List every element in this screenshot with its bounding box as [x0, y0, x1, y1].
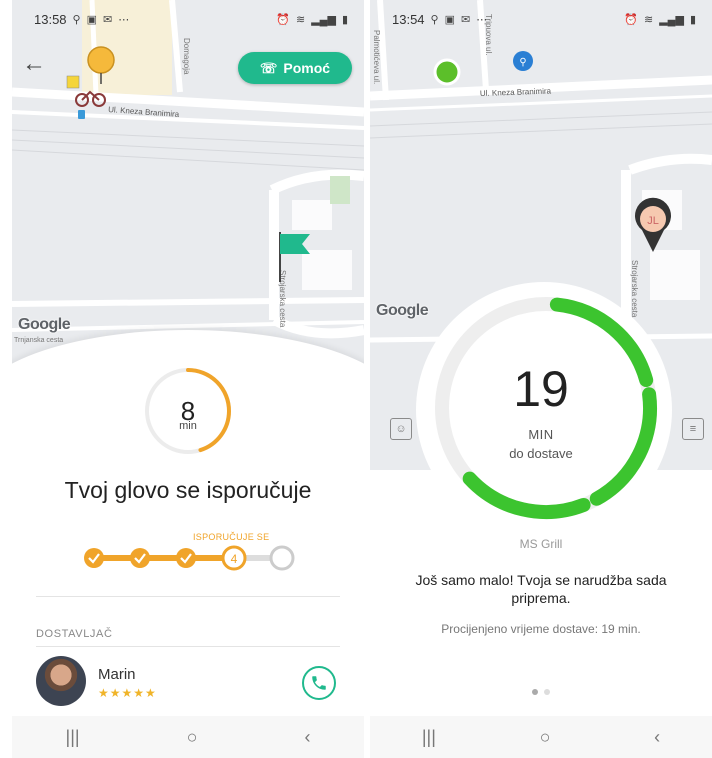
more-icon: ⋯: [118, 13, 130, 26]
divider: [36, 646, 340, 647]
home-button[interactable]: ○: [187, 727, 198, 748]
restaurant-name: MS Grill: [519, 537, 563, 551]
wifi-icon: ≋: [296, 13, 306, 26]
order-status-message: Još samo malo! Tvoja se narudžba sada pr…: [415, 572, 667, 606]
courier-avatar: [36, 656, 86, 706]
step-1-done-icon: [84, 548, 104, 568]
restaurant-marker[interactable]: [433, 58, 461, 86]
recent-apps-button[interactable]: |||: [422, 727, 436, 748]
countdown-subtitle: do dostave: [509, 446, 573, 461]
step-3-done-icon: [176, 548, 196, 568]
google-logo: Google: [18, 316, 71, 333]
mail-icon: ✉: [461, 13, 471, 26]
home-button[interactable]: ○: [540, 727, 551, 748]
back-button[interactable]: ‹: [304, 727, 310, 748]
countdown-minutes: 19: [513, 361, 569, 417]
more-icon: ⋯: [476, 13, 488, 26]
store-icon: [66, 75, 80, 89]
courier-name: Marin: [98, 666, 136, 683]
left-phone-screen: Ul. Kneza Branimira Domagoja Strojarska …: [12, 0, 364, 758]
countdown-unit: MIN: [528, 427, 554, 442]
page-dot[interactable]: [544, 689, 550, 695]
android-nav-bar: ||| ○ ‹: [12, 716, 364, 758]
page-dot-active[interactable]: [532, 689, 538, 695]
location-icon: ⚲: [430, 13, 439, 26]
step-5-pending-icon: [269, 545, 295, 571]
status-bar: 13:58 ⚲ ▣ ✉ ⋯ ⏰ ≋ ▂▄▆ ▮: [12, 0, 364, 38]
pin-initials: JL: [647, 215, 659, 227]
signal-icon: ▂▄▆: [311, 13, 336, 26]
call-courier-button[interactable]: [302, 666, 336, 700]
status-bar: 13:54 ⚲ ▣ ✉ ⋯ ⏰ ≋ ▂▄▆ ▮: [370, 0, 712, 38]
image-icon: ▣: [444, 13, 456, 26]
signal-icon: ▂▄▆: [659, 13, 684, 26]
chat-phone-icon: ☏: [259, 59, 278, 76]
delivery-progress-steps: 4: [84, 545, 295, 571]
divider: [36, 596, 340, 597]
mail-icon: ✉: [103, 13, 113, 26]
courier-marker[interactable]: [87, 46, 115, 74]
chat-support-icon[interactable]: ☺: [390, 418, 412, 440]
back-button[interactable]: ‹: [654, 727, 660, 748]
order-status-title: Tvoj glovo se isporučuje: [64, 477, 312, 503]
help-button-label: Pomoć: [283, 60, 331, 76]
street-label-domagoja: Domagoja: [182, 38, 191, 75]
android-nav-bar: ||| ○ ‹: [370, 716, 712, 758]
alarm-icon: ⏰: [276, 13, 290, 26]
right-phone-screen: Ul. Kneza Branimira Palmotićeva ul. Trip…: [370, 0, 712, 758]
help-button[interactable]: ☏ Pomoć: [238, 52, 352, 84]
wifi-icon: ≋: [644, 13, 654, 26]
back-arrow-icon[interactable]: ←: [22, 52, 48, 78]
status-time: 13:58: [34, 11, 67, 27]
recent-apps-button[interactable]: |||: [66, 727, 80, 748]
battery-icon: ▮: [341, 13, 348, 26]
street-label-palmoticeva: Palmotićeva ul.: [372, 30, 381, 84]
step-4-current-icon: 4: [221, 545, 247, 571]
status-time: 13:54: [392, 11, 425, 27]
order-details-icon[interactable]: ≡: [682, 418, 704, 440]
street-label-trnjanska: Trnjanska cesta: [14, 337, 63, 344]
alarm-icon: ⏰: [624, 13, 638, 26]
parking-icon: [78, 110, 85, 119]
svg-text:4: 4: [231, 552, 238, 566]
battery-icon: ▮: [689, 13, 696, 26]
location-icon: ⚲: [72, 13, 81, 26]
courier-rating-stars: ★★★★★: [98, 686, 157, 700]
eta-unit: min: [179, 420, 197, 432]
phone-icon: [312, 676, 326, 690]
image-icon: ▣: [86, 13, 98, 26]
google-logo: Google: [376, 302, 429, 319]
delivery-estimate: Procijenjeno vrijeme dostave: 19 min.: [441, 622, 641, 636]
countdown-progress-segment: [462, 471, 591, 519]
svg-text:⚲: ⚲: [519, 57, 526, 68]
page-indicator: [370, 689, 712, 695]
courier-section-label: DOSTAVLJAČ: [36, 628, 113, 640]
step-2-done-icon: [130, 548, 150, 568]
